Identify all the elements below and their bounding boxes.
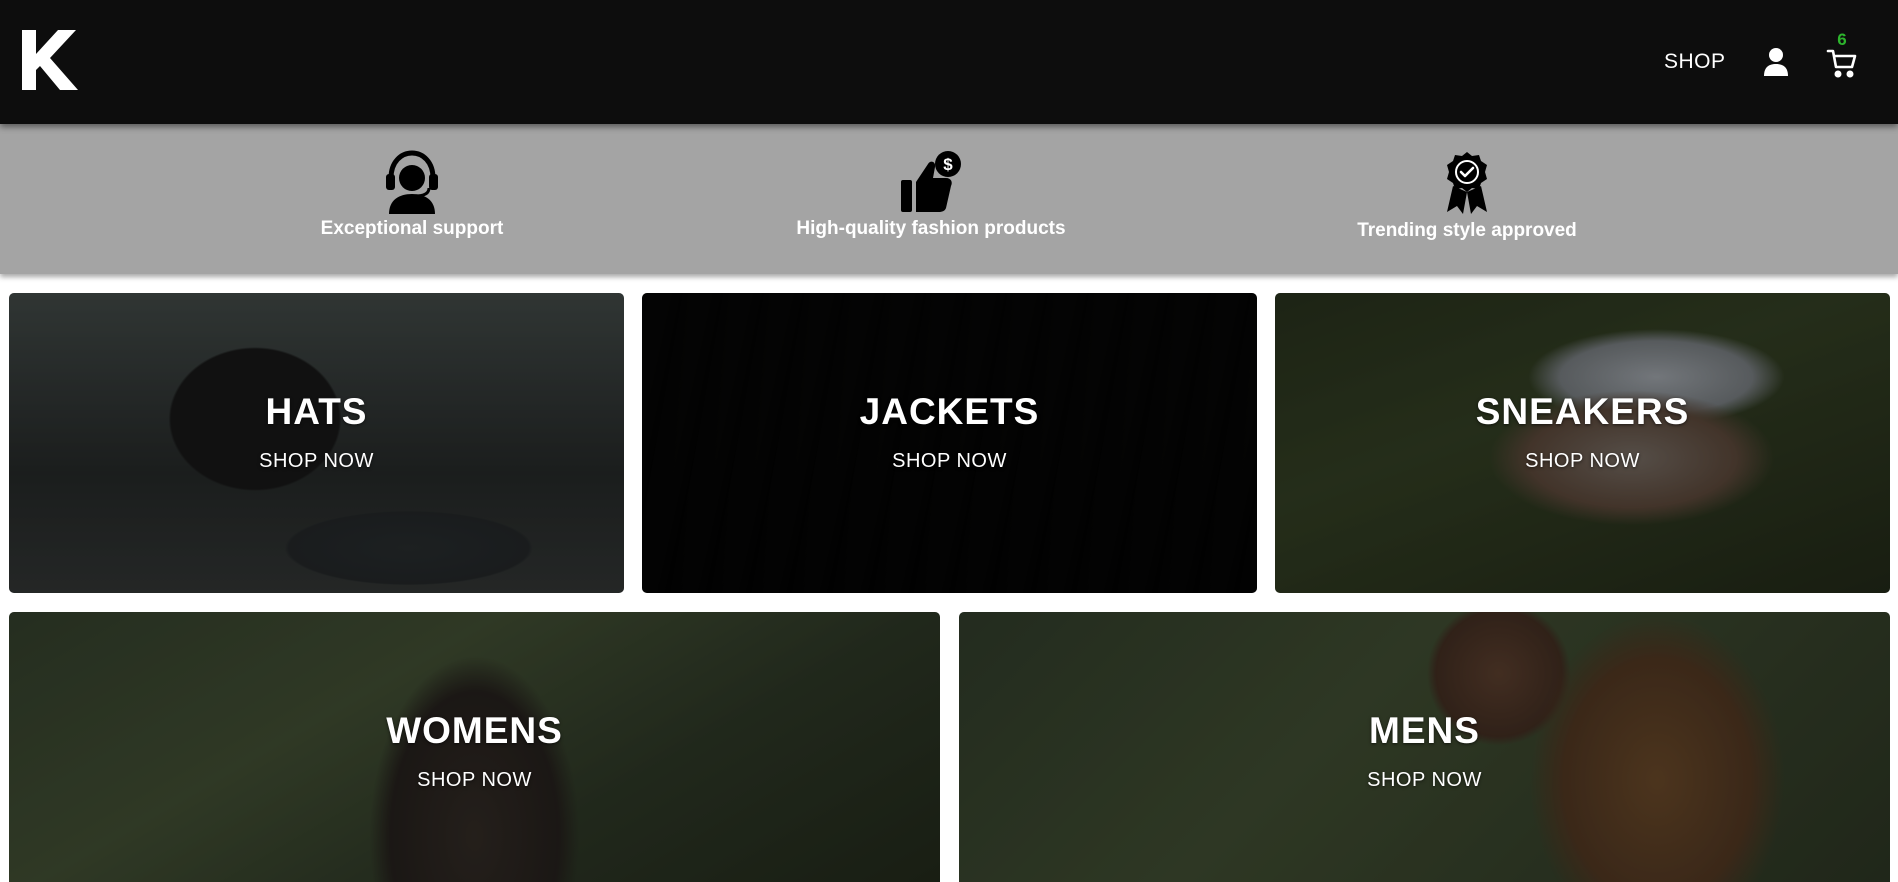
tile-overlay [9, 293, 624, 593]
category-title: SNEAKERS [1475, 391, 1690, 432]
shop-now-link[interactable]: SHOP NOW [642, 450, 1257, 473]
category-title: JACKETS [859, 391, 1040, 432]
cart-icon[interactable] [1826, 47, 1858, 79]
award-ribbon-icon [1447, 152, 1487, 214]
thumbs-up-dollar-icon: $ [901, 151, 961, 212]
site-header: SHOP 6 [0, 0, 1898, 124]
headset-support-icon [386, 150, 438, 214]
feature-quality: $ High-quality fashion products [771, 150, 1091, 240]
nav-shop-link[interactable]: SHOP [1664, 50, 1726, 74]
shop-now-link[interactable]: SHOP NOW [9, 450, 624, 473]
feature-trending: Trending style approved [1307, 150, 1627, 242]
k-logo-icon[interactable] [20, 28, 80, 92]
feature-label: High-quality fashion products [796, 218, 1066, 239]
category-title: MENS [1369, 710, 1480, 751]
category-title: HATS [265, 391, 368, 432]
feature-support: Exceptional support [252, 150, 572, 240]
category-tile-mens[interactable]: MENS SHOP NOW [959, 612, 1890, 882]
tile-overlay [1275, 293, 1890, 593]
category-tile-jackets[interactable]: JACKETS SHOP NOW [642, 293, 1257, 593]
category-title: WOMENS [386, 710, 563, 751]
shop-now-link[interactable]: SHOP NOW [1275, 450, 1890, 473]
user-icon[interactable] [1762, 47, 1790, 77]
shop-now-link[interactable]: SHOP NOW [959, 769, 1890, 792]
feature-label: Trending style approved [1357, 220, 1577, 241]
tile-overlay [642, 293, 1257, 593]
svg-text:$: $ [943, 155, 953, 174]
features-band: Exceptional support $ High-quality fashi… [0, 124, 1898, 274]
category-tile-womens[interactable]: WOMENS SHOP NOW [9, 612, 940, 882]
category-tile-hats[interactable]: HATS SHOP NOW [9, 293, 624, 593]
feature-label: Exceptional support [320, 218, 504, 239]
shop-now-link[interactable]: SHOP NOW [9, 769, 940, 792]
category-tile-sneakers[interactable]: SNEAKERS SHOP NOW [1275, 293, 1890, 593]
